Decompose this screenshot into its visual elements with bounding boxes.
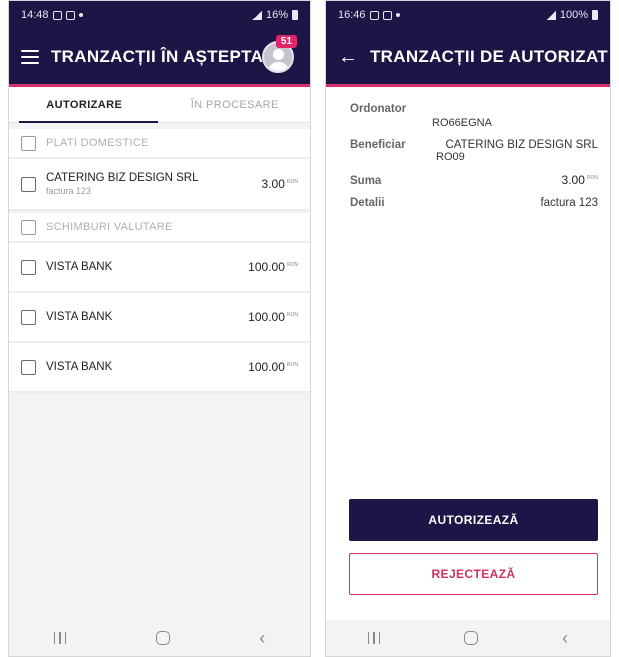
- currency-label: RON: [286, 179, 298, 185]
- screen-transaction-details: 16:46 100% ← TRANZACȚII DE AUTORIZAT Ord…: [325, 0, 611, 657]
- list-item[interactable]: CATERING BIZ DESIGN SRL factura 123 3.00…: [9, 159, 310, 211]
- list-item[interactable]: VISTA BANK 100.00 RON: [9, 243, 310, 293]
- section-schimburi-valutare: SCHIMBURI VALUTARE: [9, 213, 310, 243]
- notification-badge: 51: [275, 35, 297, 48]
- page-title: TRANZACȚII DE AUTORIZAT: [370, 46, 608, 66]
- currency-label: RON: [286, 362, 298, 368]
- reject-button[interactable]: REJECTEAZĂ: [349, 553, 598, 595]
- app-header: 14:48 16% TRANZACȚII ÎN AȘTEPTA... 51: [9, 1, 310, 87]
- checkbox-icon[interactable]: [21, 259, 36, 275]
- item-name: CATERING BIZ DESIGN SRL: [46, 172, 199, 184]
- battery-icon: [292, 10, 298, 20]
- nav-back-icon[interactable]: ‹: [259, 629, 265, 647]
- back-arrow-icon[interactable]: ←: [338, 47, 358, 67]
- list-item[interactable]: VISTA BANK 100.00 RON: [9, 343, 310, 393]
- app-bar: ← TRANZACȚII DE AUTORIZAT: [326, 29, 610, 84]
- nav-home-icon[interactable]: [155, 631, 170, 645]
- checkbox-icon[interactable]: [21, 309, 36, 325]
- nav-recent-icon[interactable]: [367, 632, 381, 644]
- battery-icon: [592, 10, 598, 20]
- item-name: VISTA BANK: [46, 311, 113, 323]
- transaction-list: PLATI DOMESTICE CATERING BIZ DESIGN SRL …: [9, 129, 310, 393]
- system-nav-bar: ‹: [326, 620, 610, 656]
- suma-label: Suma: [350, 175, 382, 187]
- detalii-row: Detalii factura 123: [350, 197, 598, 209]
- app-header: 16:46 100% ← TRANZACȚII DE AUTORIZAT: [326, 1, 610, 87]
- system-nav-bar: ‹: [9, 620, 310, 656]
- screen-pending-transactions: 14:48 16% TRANZACȚII ÎN AȘTEPTA... 51 AU…: [8, 0, 311, 657]
- item-details: factura 123: [46, 186, 92, 196]
- currency-label: RON: [286, 312, 298, 318]
- status-time: 14:48: [21, 9, 49, 21]
- page-title: TRANZACȚII ÎN AȘTEPTA...: [51, 46, 279, 66]
- signal-icon: [251, 10, 262, 20]
- ordonator-value: RO66EGNA: [432, 117, 492, 129]
- detalii-value: factura 123: [540, 197, 598, 209]
- tab-in-procesare[interactable]: ÎN PROCESARE: [160, 87, 311, 122]
- tab-autorizare[interactable]: AUTORIZARE: [9, 87, 160, 123]
- status-battery: 16%: [265, 9, 288, 21]
- signal-icon: [545, 10, 556, 20]
- gallery-icon: [52, 10, 62, 20]
- checkbox-icon[interactable]: [21, 135, 36, 151]
- ordonator-row: Ordonator RO66EGNA: [350, 103, 598, 129]
- checkbox-icon[interactable]: [21, 219, 36, 235]
- tab-bar: AUTORIZARE ÎN PROCESARE: [9, 87, 310, 123]
- notification-dot-icon: [395, 13, 400, 17]
- item-amount: 3.00 RON: [261, 177, 298, 191]
- section-label: PLATI DOMESTICE: [46, 137, 149, 149]
- section-label: SCHIMBURI VALUTARE: [46, 221, 173, 233]
- item-amount: 100.00 RON: [248, 260, 298, 274]
- checkbox-icon[interactable]: [21, 359, 36, 375]
- status-time: 16:46: [338, 9, 366, 21]
- beneficiar-value: CATERING BIZ DESIGN SRL: [445, 139, 598, 151]
- status-bar: 14:48 16%: [9, 1, 310, 29]
- section-plati-domestice: PLATI DOMESTICE: [9, 129, 310, 159]
- nav-recent-icon[interactable]: [53, 632, 67, 644]
- detalii-label: Detalii: [350, 197, 385, 209]
- gallery-icon: [369, 10, 379, 20]
- ordonator-label: Ordonator: [350, 103, 407, 115]
- authorize-button[interactable]: AUTORIZEAZĂ: [349, 499, 598, 541]
- beneficiar-row: Beneficiar CATERING BIZ DESIGN SRL RO09: [350, 139, 598, 163]
- item-name: VISTA BANK: [46, 361, 113, 373]
- suma-value: 3.00 RON: [561, 173, 598, 187]
- nav-home-icon[interactable]: [464, 631, 479, 645]
- checkbox-icon[interactable]: [21, 176, 36, 192]
- item-amount: 100.00 RON: [248, 360, 298, 374]
- item-name: VISTA BANK: [46, 261, 113, 273]
- cast-icon: [382, 10, 392, 20]
- beneficiar-account: RO09: [436, 151, 465, 163]
- cast-icon: [65, 10, 75, 20]
- currency-label: RON: [286, 262, 298, 268]
- beneficiar-label: Beneficiar: [350, 139, 406, 151]
- status-battery: 100%: [559, 9, 588, 21]
- status-bar: 16:46 100%: [326, 1, 610, 29]
- transaction-details: Ordonator RO66EGNA Beneficiar CATERING B…: [326, 87, 610, 625]
- item-amount: 100.00 RON: [248, 310, 298, 324]
- nav-back-icon[interactable]: ‹: [562, 629, 568, 647]
- notification-dot-icon: [78, 13, 83, 17]
- menu-icon[interactable]: [21, 49, 39, 64]
- suma-row: Suma 3.00 RON: [350, 173, 598, 187]
- list-item[interactable]: VISTA BANK 100.00 RON: [9, 293, 310, 343]
- currency-label: RON: [586, 175, 598, 181]
